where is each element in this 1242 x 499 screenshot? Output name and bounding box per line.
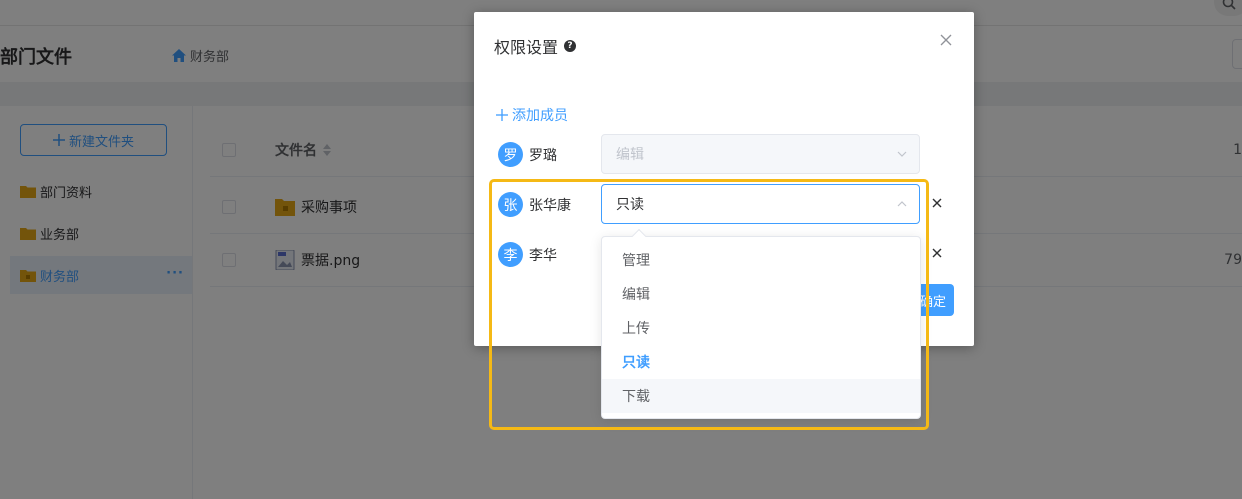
option-edit[interactable]: 编辑 xyxy=(602,277,920,311)
permission-dropdown: 管理 编辑 上传 只读 下载 xyxy=(601,228,921,419)
chevron-down-icon xyxy=(897,151,907,157)
permission-value: 编辑 xyxy=(616,147,644,163)
permission-value: 只读 xyxy=(616,197,644,213)
close-icon[interactable] xyxy=(938,32,954,48)
chevron-up-icon xyxy=(897,201,907,207)
option-manage[interactable]: 管理 xyxy=(602,243,920,277)
member-name: 罗璐 xyxy=(529,148,557,164)
add-member-label: 添加成员 xyxy=(512,108,568,124)
member-name: 张华康 xyxy=(529,198,571,214)
avatar: 张 xyxy=(498,192,523,217)
add-member-button[interactable]: 添加成员 xyxy=(496,105,568,125)
permission-select: 编辑 xyxy=(601,134,920,174)
option-readonly[interactable]: 只读 xyxy=(602,345,920,379)
help-icon[interactable]: ? xyxy=(564,40,577,52)
option-download[interactable]: 下载 xyxy=(602,379,920,413)
dialog-title: 权限设置 ? xyxy=(494,34,577,58)
remove-member-icon[interactable] xyxy=(930,196,944,210)
avatar: 罗 xyxy=(498,142,523,167)
plus-icon xyxy=(496,109,508,121)
member-row: 张 张华康 只读 xyxy=(498,184,958,224)
avatar: 李 xyxy=(498,242,523,267)
option-upload[interactable]: 上传 xyxy=(602,311,920,345)
member-name: 李华 xyxy=(529,248,557,264)
remove-member-icon[interactable] xyxy=(930,246,944,260)
member-row: 罗 罗璐 编辑 xyxy=(498,134,958,174)
permission-select[interactable]: 只读 xyxy=(601,184,920,224)
dialog-title-label: 权限设置 xyxy=(494,38,559,57)
